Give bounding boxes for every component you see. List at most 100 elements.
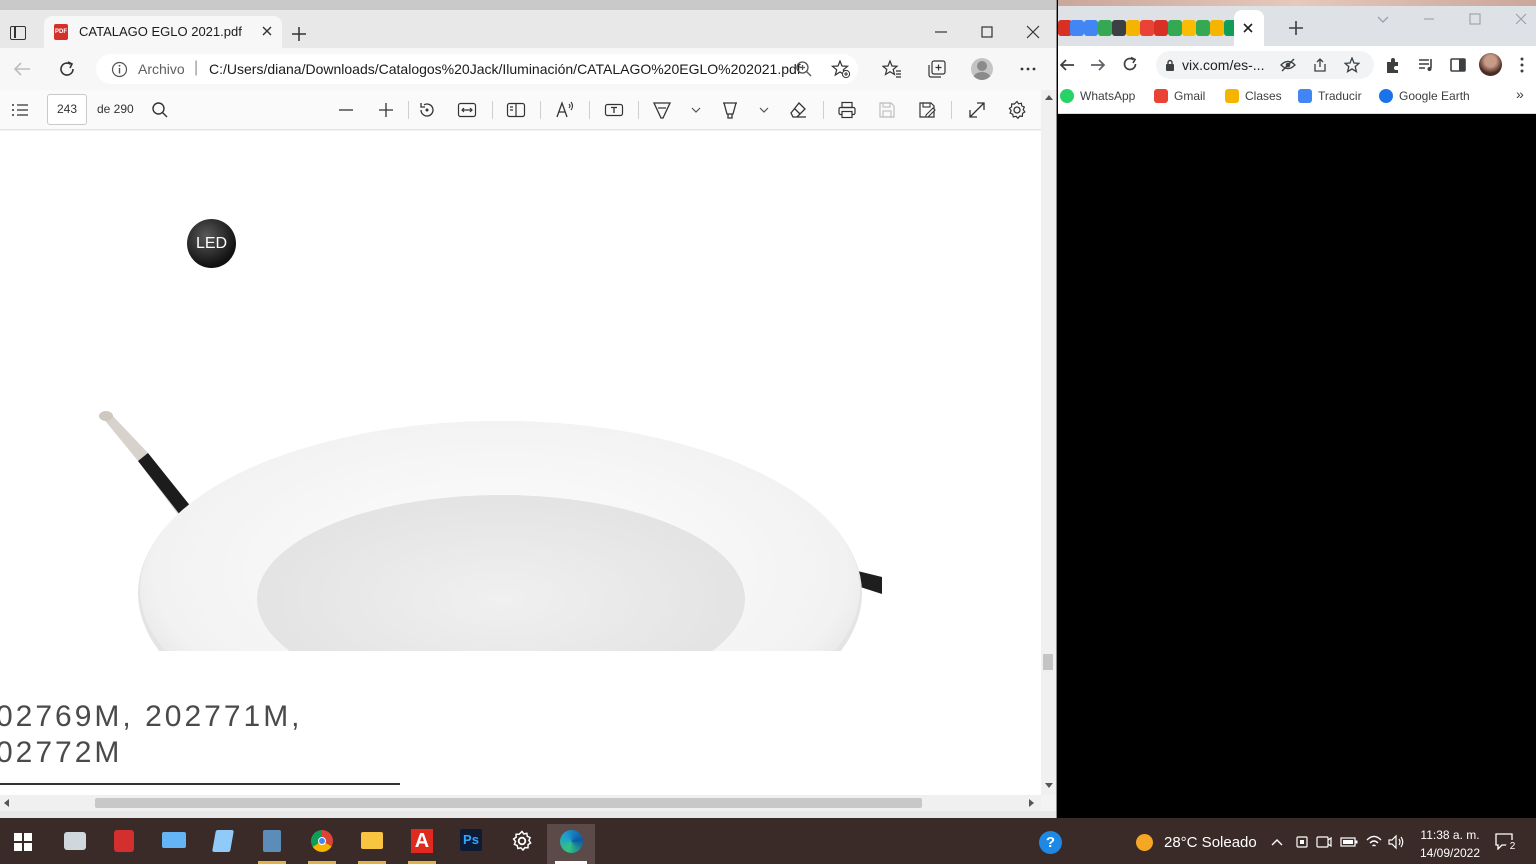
profile-avatar[interactable]: [971, 58, 993, 80]
save-as-icon[interactable]: [917, 100, 937, 120]
profile-avatar[interactable]: [1479, 53, 1502, 76]
highlight-icon[interactable]: [720, 100, 740, 120]
info-icon[interactable]: [111, 61, 128, 78]
bookmark-google-earth[interactable]: Google Earth: [1379, 89, 1470, 109]
scroll-down-icon[interactable]: [1045, 783, 1053, 789]
close-tab-icon[interactable]: [1241, 21, 1255, 35]
refresh-icon[interactable]: [1121, 55, 1139, 73]
back-icon[interactable]: [1058, 56, 1076, 74]
tab-favicon-icon[interactable]: [1126, 20, 1140, 36]
fullscreen-icon[interactable]: [967, 100, 987, 120]
bookmark-whatsapp[interactable]: WhatsApp: [1060, 89, 1135, 109]
back-icon[interactable]: [12, 60, 32, 78]
taskbar-app-calculator[interactable]: [248, 824, 296, 864]
chrome-page-content[interactable]: [1058, 115, 1536, 818]
start-windows-icon[interactable]: [14, 833, 32, 851]
tab-favicon-icon[interactable]: [1154, 20, 1168, 36]
tab-favicon-icon[interactable]: [1168, 20, 1182, 36]
active-tab[interactable]: [1234, 10, 1264, 46]
vertical-scrollbar[interactable]: [1041, 90, 1056, 795]
maximize-icon[interactable]: [978, 23, 996, 41]
refresh-icon[interactable]: [57, 59, 77, 79]
tab-favicon-icon[interactable]: [1084, 20, 1098, 36]
notifications-button[interactable]: 2: [1492, 830, 1520, 854]
zoom-out-icon[interactable]: [337, 101, 355, 119]
add-favorite-icon[interactable]: [831, 59, 851, 79]
print-icon[interactable]: [837, 100, 857, 120]
read-aloud-icon[interactable]: [555, 100, 575, 120]
taskbar-app-acrobat[interactable]: A: [398, 824, 446, 864]
pdf-page[interactable]: LED 02769M, 202771M, 02772M: [0, 131, 1041, 795]
scroll-right-icon[interactable]: [1029, 799, 1035, 807]
new-tab-icon[interactable]: [290, 25, 308, 43]
vertical-scroll-thumb[interactable]: [1043, 654, 1053, 670]
add-text-icon[interactable]: [604, 101, 624, 119]
more-options-icon[interactable]: [1516, 56, 1528, 74]
tab-search-icon[interactable]: [1376, 14, 1390, 24]
address-bar[interactable]: vix.com/es-...: [1156, 51, 1374, 79]
extensions-icon[interactable]: [1384, 56, 1402, 74]
favorites-icon[interactable]: [882, 59, 902, 79]
taskbar-app-settings[interactable]: [497, 824, 545, 864]
address-url[interactable]: C:/Users/diana/Downloads/Catalogos%20Jac…: [209, 61, 801, 77]
weather-text[interactable]: 28°C Soleado: [1164, 834, 1257, 851]
more-options-icon[interactable]: [1018, 60, 1038, 78]
taskbar-app-edge[interactable]: [547, 824, 595, 864]
tab-favicon-icon[interactable]: [1196, 20, 1210, 36]
tab-favicon-icon[interactable]: [1070, 20, 1084, 36]
eraser-icon[interactable]: [788, 100, 808, 120]
volume-icon[interactable]: [1387, 834, 1405, 850]
taskbar-app-file-explorer[interactable]: [348, 824, 396, 864]
forward-icon[interactable]: [1089, 56, 1107, 74]
side-panel-icon[interactable]: [1449, 56, 1467, 74]
address-bar[interactable]: Archivo | C:/Users/diana/Downloads/Catal…: [96, 54, 858, 84]
zoom-icon[interactable]: [795, 60, 813, 78]
tab-favicon-icon[interactable]: [1182, 20, 1196, 36]
taskbar-app-laptop[interactable]: [150, 824, 198, 864]
device-icon[interactable]: [1295, 835, 1309, 849]
clock[interactable]: 11:38 a. m. 14/09/2022: [1408, 826, 1492, 862]
horizontal-scroll-thumb[interactable]: [95, 798, 922, 808]
new-tab-icon[interactable]: [1288, 20, 1304, 36]
scroll-left-icon[interactable]: [3, 799, 9, 807]
address-url[interactable]: vix.com/es-...: [1182, 57, 1264, 73]
chevron-down-icon[interactable]: [758, 104, 770, 116]
fit-width-icon[interactable]: [457, 101, 477, 119]
media-control-icon[interactable]: [1417, 56, 1435, 74]
help-icon[interactable]: ?: [1039, 831, 1062, 854]
taskbar-app-red[interactable]: [100, 824, 148, 864]
tab-actions-icon[interactable]: [10, 26, 26, 40]
taskbar-app-photoshop[interactable]: Ps: [447, 824, 495, 864]
tab-favicon-icon[interactable]: [1112, 20, 1126, 36]
chevron-up-icon[interactable]: [1270, 837, 1284, 847]
bookmark-clases[interactable]: Clases: [1225, 89, 1282, 109]
rotate-icon[interactable]: [417, 100, 437, 120]
close-window-icon[interactable]: [1024, 23, 1042, 41]
taskbar-app-notes[interactable]: [199, 824, 247, 864]
bookmark-star-icon[interactable]: [1344, 57, 1360, 73]
page-view-icon[interactable]: [506, 101, 526, 119]
minimize-icon[interactable]: [1422, 12, 1436, 26]
lock-icon[interactable]: [1165, 59, 1175, 71]
tab-favicon-icon[interactable]: [1140, 20, 1154, 36]
chevron-down-icon[interactable]: [690, 104, 702, 116]
taskbar-app-explorer-extra[interactable]: [50, 824, 98, 864]
collections-icon[interactable]: [927, 59, 947, 79]
bookmark-traducir[interactable]: Traducir: [1298, 89, 1362, 109]
save-icon[interactable]: [877, 100, 897, 120]
maximize-icon[interactable]: [1468, 12, 1482, 26]
wifi-icon[interactable]: [1365, 834, 1383, 850]
page-number-input[interactable]: 243: [47, 94, 87, 125]
close-window-icon[interactable]: [1514, 12, 1528, 26]
taskbar-app-chrome[interactable]: [298, 824, 346, 864]
bookmark-gmail[interactable]: Gmail: [1154, 89, 1205, 109]
share-icon[interactable]: [1312, 57, 1328, 73]
draw-icon[interactable]: [652, 100, 672, 120]
zoom-in-icon[interactable]: [377, 101, 395, 119]
settings-icon[interactable]: [1007, 100, 1027, 120]
minimize-icon[interactable]: [932, 23, 950, 41]
bookmarks-overflow[interactable]: »: [1516, 86, 1524, 106]
close-tab-icon[interactable]: [258, 22, 276, 40]
tab-favicon-icon[interactable]: [1210, 20, 1224, 36]
battery-icon[interactable]: [1340, 836, 1358, 848]
